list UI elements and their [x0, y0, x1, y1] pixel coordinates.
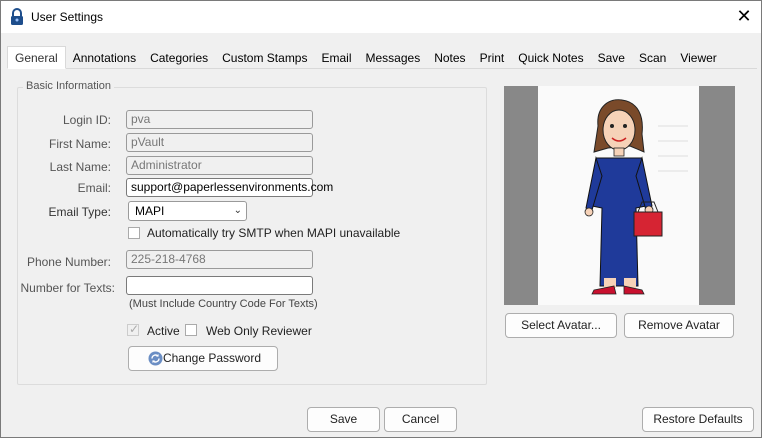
user-settings-window: User Settings ✕ General Annotations Cate… — [0, 0, 762, 438]
smtp-fallback-label: Automatically try SMTP when MAPI unavail… — [147, 226, 401, 240]
login-id-field: pva — [126, 110, 313, 129]
restore-defaults-button[interactable]: Restore Defaults — [642, 407, 754, 432]
avatar-image — [538, 86, 699, 305]
refresh-icon — [148, 351, 163, 366]
chevron-down-icon: ⌄ — [233, 205, 242, 216]
last-name-label: Last Name: — [49, 160, 111, 174]
avatar-drawing — [584, 99, 688, 295]
close-icon: ✕ — [736, 6, 752, 26]
login-id-label: Login ID: — [62, 113, 111, 127]
last-name-field[interactable]: Administrator — [126, 156, 313, 175]
tab-categories[interactable]: Categories — [143, 47, 215, 69]
remove-avatar-button[interactable]: Remove Avatar — [624, 313, 734, 338]
tab-notes[interactable]: Notes — [427, 47, 472, 69]
tab-custom-stamps[interactable]: Custom Stamps — [215, 47, 314, 69]
tab-email[interactable]: Email — [314, 47, 358, 69]
web-only-label: Web Only Reviewer — [206, 324, 312, 338]
check-icon: ✓ — [129, 322, 140, 336]
texts-hint: (Must Include Country Code For Texts) — [129, 298, 318, 310]
tab-bar: General Annotations Categories Custom St… — [7, 46, 757, 69]
tab-annotations[interactable]: Annotations — [66, 47, 143, 69]
tab-viewer[interactable]: Viewer — [673, 47, 723, 69]
window-title: User Settings — [31, 10, 104, 24]
save-button[interactable]: Save — [307, 407, 380, 432]
tab-save[interactable]: Save — [591, 47, 632, 69]
email-label: Email: — [77, 181, 111, 195]
tab-print[interactable]: Print — [473, 47, 512, 69]
tab-messages[interactable]: Messages — [359, 47, 428, 69]
avatar-frame — [504, 86, 735, 305]
close-button[interactable]: ✕ — [727, 1, 761, 33]
texts-number-label: Number for Texts: — [20, 281, 115, 295]
smtp-fallback-checkbox[interactable] — [128, 227, 140, 239]
active-label: Active — [147, 324, 180, 338]
lock-icon — [11, 8, 23, 25]
email-type-value: MAPI — [135, 204, 165, 218]
phone-label: Phone Number: — [26, 255, 111, 269]
first-name-label: First Name: — [48, 137, 111, 151]
email-type-select[interactable]: MAPI ⌄ — [128, 201, 247, 221]
group-title: Basic Information — [23, 80, 114, 92]
texts-number-field[interactable] — [126, 276, 313, 295]
change-password-button[interactable]: Change Password — [128, 346, 278, 371]
tab-general[interactable]: General — [7, 46, 66, 69]
tab-quick-notes[interactable]: Quick Notes — [511, 47, 590, 69]
email-type-label: Email Type: — [48, 205, 111, 219]
first-name-field[interactable]: pVault — [126, 133, 313, 152]
title-bar: User Settings ✕ — [1, 1, 761, 33]
active-checkbox[interactable]: ✓ — [127, 322, 140, 336]
select-avatar-button[interactable]: Select Avatar... — [505, 313, 617, 338]
email-field[interactable]: support@paperlessenvironments.com — [126, 178, 333, 197]
cancel-button[interactable]: Cancel — [384, 407, 457, 432]
tab-scan[interactable]: Scan — [632, 47, 673, 69]
phone-field[interactable]: 225-218-4768 — [126, 250, 313, 269]
web-only-checkbox[interactable] — [185, 324, 197, 336]
